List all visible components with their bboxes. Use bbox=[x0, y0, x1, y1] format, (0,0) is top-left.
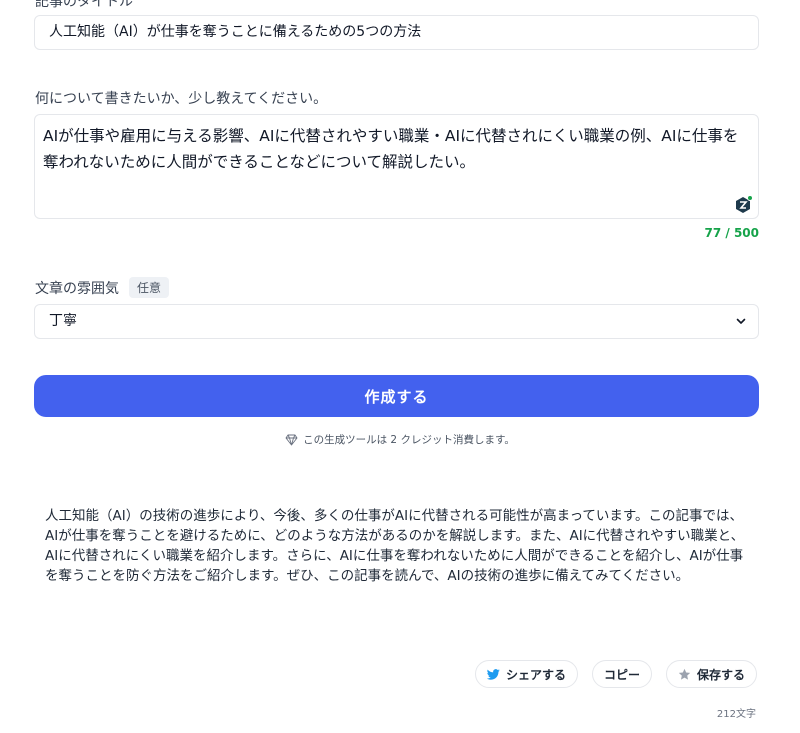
share-button[interactable]: シェアする bbox=[474, 660, 578, 688]
char-counter: 77 / 500 bbox=[704, 226, 760, 240]
copy-label: コピー bbox=[603, 667, 640, 682]
description-text: AIが仕事や雇用に与える影響、AIに代替されやすい職業・AIに代替されにくい職業… bbox=[43, 127, 739, 171]
tone-select[interactable]: 丁寧 bbox=[34, 304, 759, 339]
tone-label: 文章の雰囲気 bbox=[35, 280, 119, 297]
share-label: シェアする bbox=[505, 667, 566, 682]
tone-selected-value: 丁寧 bbox=[49, 313, 77, 329]
create-button[interactable]: 作成する bbox=[34, 375, 759, 417]
twitter-icon bbox=[486, 668, 500, 680]
copy-button[interactable]: コピー bbox=[591, 660, 652, 688]
credit-notice: この生成ツールは 2 クレジット消費します。 bbox=[0, 432, 800, 447]
title-label: 記事のタイトル bbox=[35, 0, 133, 10]
tone-label-row: 文章の雰囲気 任意 bbox=[35, 277, 170, 298]
description-label: 何について書きたいか、少し教えてください。 bbox=[35, 91, 328, 107]
diamond-icon bbox=[285, 434, 298, 445]
chevron-down-icon bbox=[736, 318, 746, 324]
save-button[interactable]: 保存する bbox=[665, 660, 757, 688]
description-textarea[interactable]: AIが仕事や雇用に与える影響、AIに代替されやすい職業・AIに代替されにくい職業… bbox=[34, 114, 759, 219]
result-char-count: 212文字 bbox=[716, 709, 756, 720]
assist-status-dot bbox=[747, 195, 753, 201]
title-input[interactable]: 人工知能（AI）が仕事を奪うことに備えるための5つの方法 bbox=[34, 15, 759, 50]
generated-result-text: 人工知能（AI）の技術の進歩により、今後、多くの仕事がAIに代替される可能性が高… bbox=[45, 508, 745, 584]
save-label: 保存する bbox=[696, 667, 745, 682]
result-actions: シェアする コピー 保存する bbox=[474, 660, 757, 688]
article-generator-page: 記事のタイトル 人工知能（AI）が仕事を奪うことに備えるための5つの方法 何につ… bbox=[0, 0, 800, 733]
ai-assist-icon[interactable] bbox=[734, 195, 753, 214]
star-icon bbox=[678, 668, 691, 680]
credit-notice-text: この生成ツールは 2 クレジット消費します。 bbox=[303, 434, 515, 446]
optional-badge: 任意 bbox=[129, 277, 170, 298]
